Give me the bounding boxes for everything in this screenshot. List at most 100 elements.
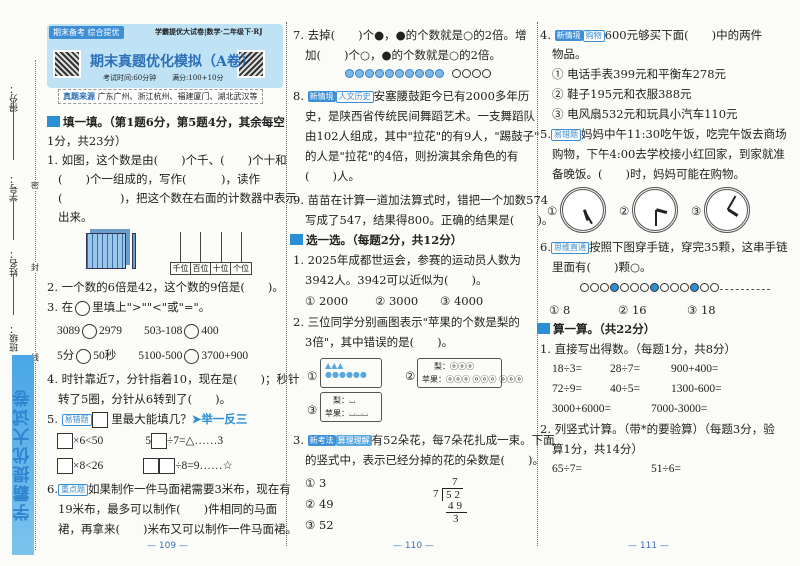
student-id-label: 学号： <box>10 175 20 202</box>
filled-bead <box>385 69 394 78</box>
expr: ×6<50 <box>73 435 104 447</box>
source-label: 真题来源 <box>63 91 95 101</box>
exam-title: 期末真题优化模拟（A卷） <box>90 54 255 70</box>
seal-char: 密 <box>31 180 39 191</box>
option-3[interactable]: ③ 4000 <box>440 293 483 309</box>
clock-option-label[interactable]: ① <box>547 203 557 219</box>
empty-bead <box>680 283 689 292</box>
q-num: 4. <box>540 28 551 42</box>
picture-2: 梨：ⓞⓞⓞ 苹果：ⓞⓞⓞ ⓞⓞⓞ ⓞⓞⓞ <box>417 358 523 388</box>
option-1[interactable]: ① 电话手表399元和平衡车278元 <box>552 66 726 82</box>
compare-right: 3700+900 <box>201 350 249 362</box>
section-text: 选一选。（每题2分，共12分） <box>306 233 463 247</box>
question-7: 加( )个○，●的个数就是○的2倍。 <box>305 48 501 62</box>
answer-box[interactable] <box>150 433 167 450</box>
calc-item: 40÷5= <box>610 383 641 395</box>
reasoning-tag: 算理理解 <box>335 435 372 446</box>
answer-circle[interactable] <box>76 348 92 364</box>
option-1[interactable]: ① <box>307 368 317 384</box>
apple-label: 苹果： <box>422 375 446 384</box>
choice-question-6: 里面有( )颗○。 <box>552 260 652 274</box>
answer-circle[interactable] <box>184 323 200 339</box>
q-num: 8. <box>293 89 304 103</box>
picture-1: ▲▲▲ ●●●●●● <box>320 358 382 388</box>
answer-box[interactable] <box>159 458 176 475</box>
tens-label: 十位 <box>211 263 231 274</box>
empty-bead <box>600 283 609 292</box>
practice-link[interactable]: ➤举一反三 <box>192 412 248 426</box>
question-6: 6. 重点题 如果制作一件马面裙需要3米布，现在有 <box>47 481 291 497</box>
option-2[interactable]: ② 49 <box>305 496 334 512</box>
empty-bead <box>670 283 679 292</box>
clock-option-label[interactable]: ② <box>619 203 629 219</box>
ten-rod-image <box>132 233 136 269</box>
compare-left: 5分 <box>57 350 75 362</box>
filled-bead <box>355 69 364 78</box>
choice-question-5: 购物，下午4:00去学校接小红回家，到家就准 <box>552 147 785 161</box>
answer-circle[interactable] <box>82 323 97 339</box>
option-2[interactable]: ② 16 <box>618 302 647 318</box>
answer-box[interactable] <box>143 458 160 475</box>
calc-question-2: 2. 列竖式计算。（带*的要验算）（每题3分，验 <box>540 422 775 436</box>
thinking-tag: 思维直通 <box>550 242 589 254</box>
class-label: 班级： <box>10 325 20 352</box>
page-number: — 109 — <box>147 541 188 551</box>
empty-bead <box>710 283 719 292</box>
option-1[interactable]: ① 3 <box>305 475 326 491</box>
bracelet-string <box>720 288 770 290</box>
option-2[interactable]: ② <box>405 368 415 384</box>
filled-bead <box>435 69 444 78</box>
q-text: 按照下图穿手链，穿完35颗，这串手链 <box>588 240 788 254</box>
question-1: ( )个一组成的，写作( )，读作 <box>58 172 260 186</box>
question-1: 出来。 <box>58 210 93 224</box>
choice-question-4: 物品。 <box>552 47 587 61</box>
option-3[interactable]: ③ <box>307 402 317 418</box>
clock-option-label[interactable]: ③ <box>691 203 701 219</box>
section-1-heading: 填一填。（第1题6分，第5题4分，其余每空 <box>47 114 285 130</box>
hour-hand <box>727 208 739 217</box>
exam-time: 考试时间:60分钟 <box>103 74 157 82</box>
clock-icon <box>704 187 750 233</box>
option-3[interactable]: ③ 电风扇532元和玩具小汽车110元 <box>552 106 738 122</box>
qr-code-icon[interactable] <box>53 50 81 78</box>
calc-item: 65÷7= <box>552 463 583 475</box>
q-text: 里填上">""<"或"="。 <box>92 300 211 314</box>
name-line <box>13 275 14 315</box>
answer-circle[interactable] <box>184 348 200 364</box>
section-3-heading: 算一算。（共22分） <box>537 321 655 337</box>
answer-box[interactable] <box>57 458 73 475</box>
option-2[interactable]: ② 3000 <box>375 293 418 309</box>
option-2[interactable]: ② 鞋子195元和衣服388元 <box>552 86 692 102</box>
option-3[interactable]: ③ 18 <box>687 302 716 318</box>
q-text: 如果制作一件马面裙需要3米布，现在有 <box>87 482 291 496</box>
product: 49 <box>446 500 467 513</box>
section-text: 填一填。（第1题6分，第5题4分，其余每空 <box>63 115 285 129</box>
hour-hand <box>655 208 668 215</box>
divisor: 7 <box>433 488 439 500</box>
question-9: 写成了547，结果得800。正确的结果是( )。 <box>305 213 554 227</box>
q-num: 3. <box>293 433 304 447</box>
exam-score: 满分:100+10分 <box>172 74 224 82</box>
option-3[interactable]: ③ 52 <box>305 517 334 533</box>
question-7: 7. 去掉( )个●，●的个数就是○的2倍。增 <box>293 28 527 42</box>
expr: ÷7=△……3 <box>166 435 224 447</box>
q-num: 5. <box>540 127 551 141</box>
column-divider <box>286 22 287 546</box>
question-5: 5. 易错题 里最大能填几？➤举一反三 <box>47 411 247 428</box>
question-6: 裙，再拿来( )米布又可以制作一件马面裙。 <box>58 522 297 536</box>
section-text: 算一算。（共22分） <box>553 322 656 336</box>
option-1[interactable]: ① 8 <box>549 302 570 318</box>
fill-row: ×8<26 ÷8=9……☆ <box>57 458 233 475</box>
answer-box[interactable] <box>57 433 73 450</box>
culture-tag: 人文历史 <box>335 91 374 103</box>
question-1: 1. 如图，这个数是由( )个千、( )个十和 <box>47 153 287 167</box>
calc-item: 7000-3000= <box>651 403 708 415</box>
series-label: 学霸提优大试卷|数学·二年级下·RJ <box>155 27 263 36</box>
source-text: 广东广州、浙江杭州、福建厦门、湖北武汉等 <box>97 92 258 101</box>
q-num: 6. <box>47 482 58 496</box>
section-number-icon <box>290 234 303 245</box>
filled-bead <box>345 69 354 78</box>
option-1[interactable]: ① 2000 <box>305 293 348 309</box>
key-point-tag: 重点题 <box>57 484 88 496</box>
filled-bead <box>690 283 699 292</box>
